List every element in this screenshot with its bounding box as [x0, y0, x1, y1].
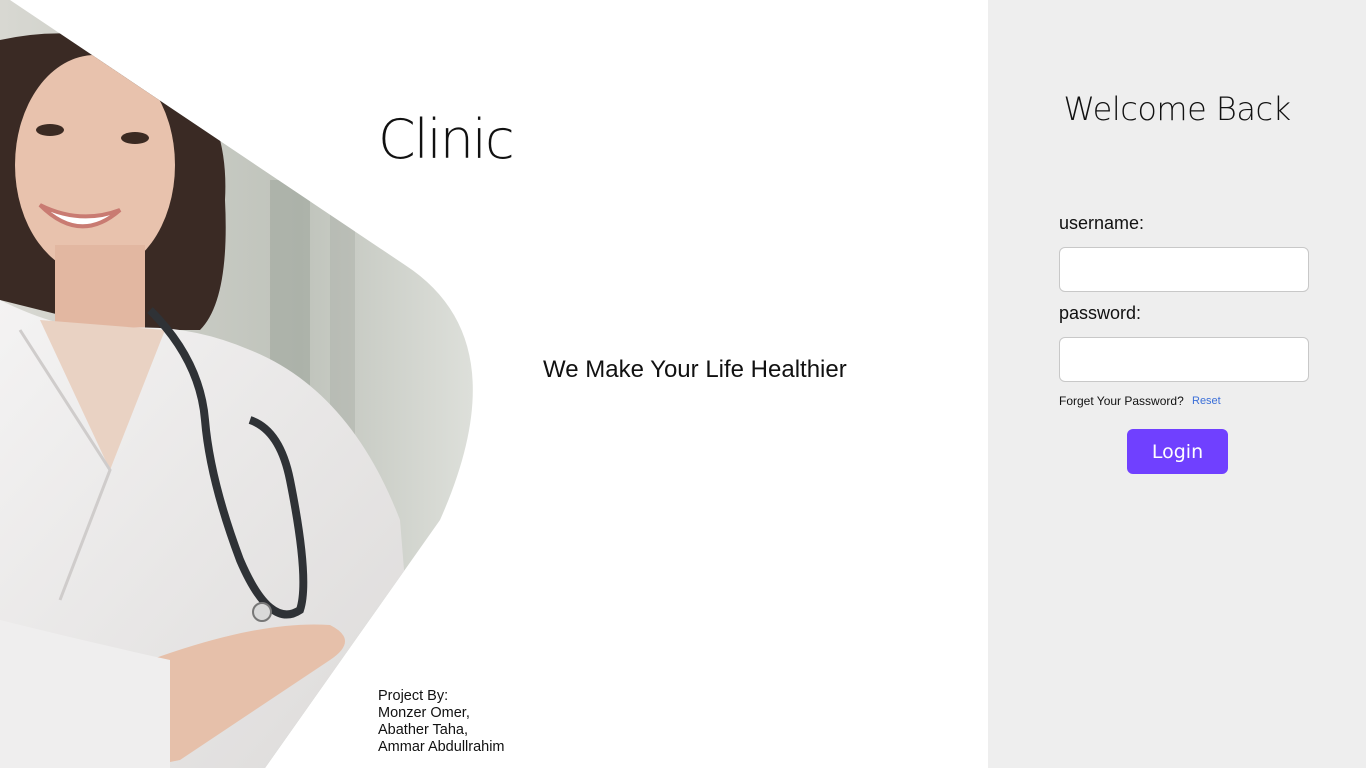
credits-author: Monzer Omer, — [378, 705, 470, 721]
login-button[interactable]: Login — [1127, 429, 1228, 474]
reset-password-link[interactable]: Reset — [1192, 395, 1221, 407]
login-panel: Welcome Back username: password: Forget … — [988, 0, 1366, 768]
tagline: We Make Your Life Healthier — [543, 356, 847, 383]
project-credits: Project By: Monzer Omer, Abather Taha, A… — [378, 688, 505, 756]
hero-section: Clinic We Make Your Life Healthier Proje… — [0, 0, 988, 768]
forgot-password-text: Forget Your Password? — [1059, 394, 1184, 408]
credits-heading: Project By: — [378, 688, 449, 704]
credits-author: Ammar Abdullrahim — [378, 739, 505, 755]
username-input[interactable] — [1059, 247, 1309, 292]
welcome-heading: Welcome Back — [1063, 90, 1291, 128]
password-label: password: — [1059, 303, 1142, 323]
credits-author: Abather Taha, — [378, 722, 469, 738]
password-input[interactable] — [1059, 337, 1309, 382]
username-label: username: — [1059, 213, 1145, 233]
page-title: Clinic — [378, 108, 515, 171]
